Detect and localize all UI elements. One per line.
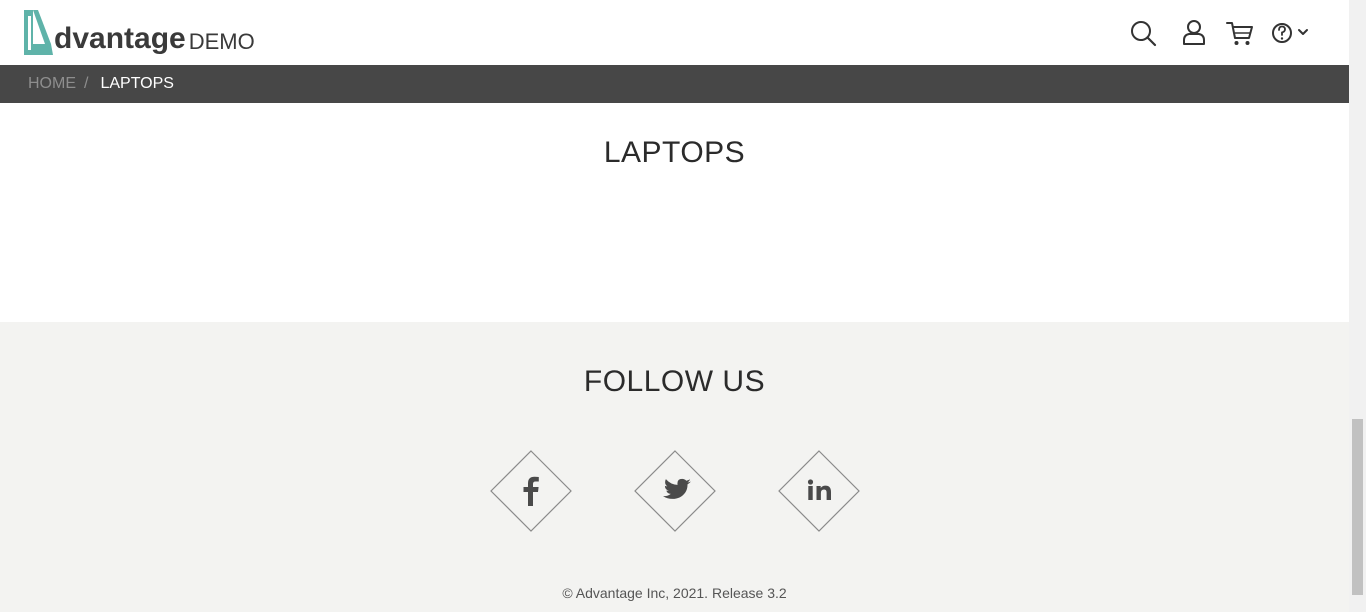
copyright-text: © Advantage Inc, 2021. Release 3.2 <box>562 585 787 601</box>
breadcrumb-separator: / <box>84 75 89 92</box>
cart-icon <box>1226 22 1253 45</box>
logo-wordmark: dvantage <box>54 22 186 55</box>
user-icon <box>1183 20 1205 45</box>
follow-us-title: FOLLOW US <box>583 365 766 398</box>
linkedin-link[interactable] <box>778 450 860 532</box>
help-icon <box>1272 23 1308 43</box>
footer: FOLLOW US © Advantage Inc, 2021. Release… <box>0 322 1349 612</box>
site-header: dvantage DEMO <box>0 0 1349 65</box>
user-button[interactable] <box>1179 18 1209 48</box>
logo-demo-label: DEMO <box>188 29 255 54</box>
logo[interactable]: dvantage DEMO <box>22 9 255 55</box>
header-icon-bar <box>1129 18 1329 48</box>
breadcrumb-current: LAPTOPS <box>100 75 174 92</box>
twitter-link[interactable] <box>634 450 716 532</box>
facebook-link[interactable] <box>490 450 572 532</box>
search-button[interactable] <box>1129 18 1159 48</box>
help-menu-button[interactable] <box>1271 18 1311 48</box>
logo-a-icon <box>24 10 53 55</box>
vertical-scrollbar[interactable] <box>1349 0 1366 612</box>
page: dvantage DEMO HOME / LAPTOPS LAPTOPS FOL… <box>0 0 1366 612</box>
facebook-icon <box>490 450 572 532</box>
linkedin-icon <box>778 450 860 532</box>
breadcrumb: HOME / LAPTOPS <box>0 65 1349 103</box>
breadcrumb-home-link[interactable]: HOME <box>28 75 76 93</box>
content-area: dvantage DEMO HOME / LAPTOPS LAPTOPS FOL… <box>0 0 1349 612</box>
scrollbar-thumb[interactable] <box>1352 419 1363 595</box>
search-icon <box>1131 21 1157 47</box>
cart-button[interactable] <box>1225 18 1255 48</box>
page-title: LAPTOPS <box>603 136 746 169</box>
twitter-icon <box>634 450 716 532</box>
